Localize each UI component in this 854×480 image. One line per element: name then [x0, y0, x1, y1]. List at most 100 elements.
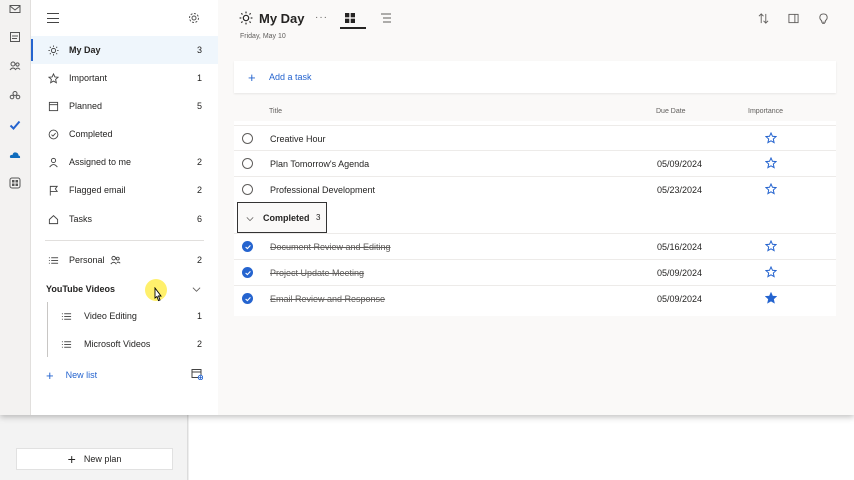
lightbulb-icon[interactable]	[818, 13, 829, 24]
onedrive-icon[interactable]	[8, 148, 22, 162]
task-due-date: 05/16/2024	[657, 242, 703, 252]
header: My Day Friday, May 10 ···	[218, 0, 854, 50]
new-plan-label: New plan	[83, 454, 122, 464]
sidebar-item-video-editing[interactable]: Video Editing 1	[31, 302, 218, 330]
sidebar-item-label: Video Editing	[84, 311, 137, 321]
task-row[interactable]: Creative Hour	[234, 125, 836, 151]
column-header-importance[interactable]: Importance	[748, 108, 783, 115]
more-options-button[interactable]: ···	[315, 12, 328, 23]
sidebar-item-tasks[interactable]: Tasks 6	[31, 205, 218, 233]
sidebar-item-label: Important	[69, 73, 108, 83]
group-youtube-videos[interactable]: YouTube Videos	[46, 280, 206, 298]
flag-icon	[47, 184, 59, 196]
completed-section-toggle[interactable]: Completed 3	[237, 202, 327, 233]
sort-icon[interactable]	[758, 13, 769, 24]
complete-checkbox[interactable]	[242, 158, 253, 169]
sidebar-item-count: 2	[196, 157, 202, 167]
task-title: Professional Development	[270, 185, 376, 195]
chevron-down-icon[interactable]	[192, 285, 201, 294]
task-row[interactable]: Plan Tomorrow's Agenda 05/09/2024	[234, 150, 836, 176]
check-circle-icon	[47, 128, 59, 140]
calendar-app-icon[interactable]	[8, 30, 22, 44]
active-view-underline	[340, 27, 366, 29]
task-title: Document Review and Editing	[270, 242, 391, 252]
star-icon[interactable]	[765, 266, 777, 278]
sidebar-item-count: 2	[196, 339, 202, 349]
details-pane-icon[interactable]	[788, 13, 799, 24]
sidebar-item-count: 2	[196, 255, 202, 265]
add-task-label: Add a task	[269, 72, 312, 82]
sidebar-item-count: 3	[196, 45, 202, 55]
plus-icon: +	[67, 451, 76, 467]
column-header-due-date[interactable]: Due Date	[656, 108, 686, 115]
sidebar-item-label: Personal	[69, 255, 105, 265]
sidebar-item-completed[interactable]: Completed	[31, 120, 218, 148]
sidebar-item-label: Assigned to me	[69, 157, 132, 167]
new-group-icon[interactable]	[191, 368, 203, 380]
groups-icon[interactable]	[8, 89, 22, 103]
task-title: Plan Tomorrow's Agenda	[270, 159, 370, 169]
new-list-button[interactable]: + New list	[46, 366, 206, 384]
sun-icon	[47, 44, 59, 56]
gear-icon[interactable]	[188, 12, 200, 24]
task-row[interactable]: Email Review and Response 05/09/2024	[234, 285, 836, 311]
sidebar-item-flagged[interactable]: Flagged email 2	[31, 176, 218, 204]
task-due-date: 05/23/2024	[657, 185, 703, 195]
sidebar-item-planned[interactable]: Planned 5	[31, 92, 218, 120]
app-rail	[0, 0, 31, 415]
main-content: My Day Friday, May 10 ··· + Add a task T…	[218, 0, 854, 415]
task-title: Email Review and Response	[270, 294, 386, 304]
task-due-date: 05/09/2024	[657, 294, 703, 304]
menu-icon[interactable]	[47, 13, 59, 23]
mail-icon[interactable]	[8, 2, 22, 16]
sidebar-item-label: Completed	[69, 129, 113, 139]
home-icon	[47, 213, 59, 225]
plus-icon: +	[248, 69, 256, 85]
todo-icon[interactable]	[8, 118, 22, 132]
completed-checkbox[interactable]	[242, 293, 253, 304]
chevron-down-icon	[246, 217, 254, 222]
group-label: YouTube Videos	[46, 284, 116, 294]
star-icon[interactable]	[765, 157, 777, 169]
grid-view-icon[interactable]	[344, 12, 356, 24]
task-due-date: 05/09/2024	[657, 268, 703, 278]
list-view-icon[interactable]	[380, 12, 392, 24]
sidebar-item-label: Tasks	[69, 214, 93, 224]
completed-checkbox[interactable]	[242, 241, 253, 252]
apps-icon[interactable]	[8, 176, 22, 190]
task-title: Project Update Meeting	[270, 268, 365, 278]
star-icon[interactable]	[765, 183, 777, 195]
sidebar-item-my-day[interactable]: My Day 3	[31, 36, 218, 64]
sidebar-item-count: 1	[196, 73, 202, 83]
complete-checkbox[interactable]	[242, 133, 253, 144]
task-row[interactable]: Document Review and Editing 05/16/2024	[234, 233, 836, 259]
sidebar-item-important[interactable]: Important 1	[31, 64, 218, 92]
todo-window: My Day 3 Important 1 Planned 5 Completed…	[0, 0, 854, 415]
column-header-title[interactable]: Title	[269, 108, 282, 115]
sidebar-item-assigned[interactable]: Assigned to me 2	[31, 148, 218, 176]
star-icon[interactable]	[765, 132, 777, 144]
sidebar-item-microsoft-videos[interactable]: Microsoft Videos 2	[31, 330, 218, 358]
sidebar-item-personal[interactable]: Personal 2	[31, 246, 218, 274]
add-task-input[interactable]: + Add a task	[234, 61, 836, 93]
completed-count: 3	[316, 213, 321, 222]
star-filled-icon[interactable]	[765, 292, 777, 304]
sidebar-item-count: 5	[196, 101, 202, 111]
star-icon[interactable]	[765, 240, 777, 252]
star-icon	[47, 72, 59, 84]
sidebar-item-count: 6	[196, 214, 202, 224]
sidebar: My Day 3 Important 1 Planned 5 Completed…	[31, 0, 218, 415]
sun-icon	[239, 11, 253, 25]
completed-label: Completed	[263, 212, 310, 223]
task-row[interactable]: Project Update Meeting 05/09/2024	[234, 259, 836, 285]
sidebar-item-label: Microsoft Videos	[84, 339, 151, 349]
page-title: My Day	[259, 11, 305, 26]
completed-checkbox[interactable]	[242, 267, 253, 278]
list-icon	[47, 254, 59, 266]
calendar-icon	[47, 100, 59, 112]
complete-checkbox[interactable]	[242, 184, 253, 195]
task-row[interactable]: Professional Development 05/23/2024	[234, 176, 836, 202]
plus-icon: +	[46, 367, 54, 383]
people-icon[interactable]	[8, 59, 22, 73]
new-plan-button[interactable]: + New plan	[16, 448, 173, 470]
